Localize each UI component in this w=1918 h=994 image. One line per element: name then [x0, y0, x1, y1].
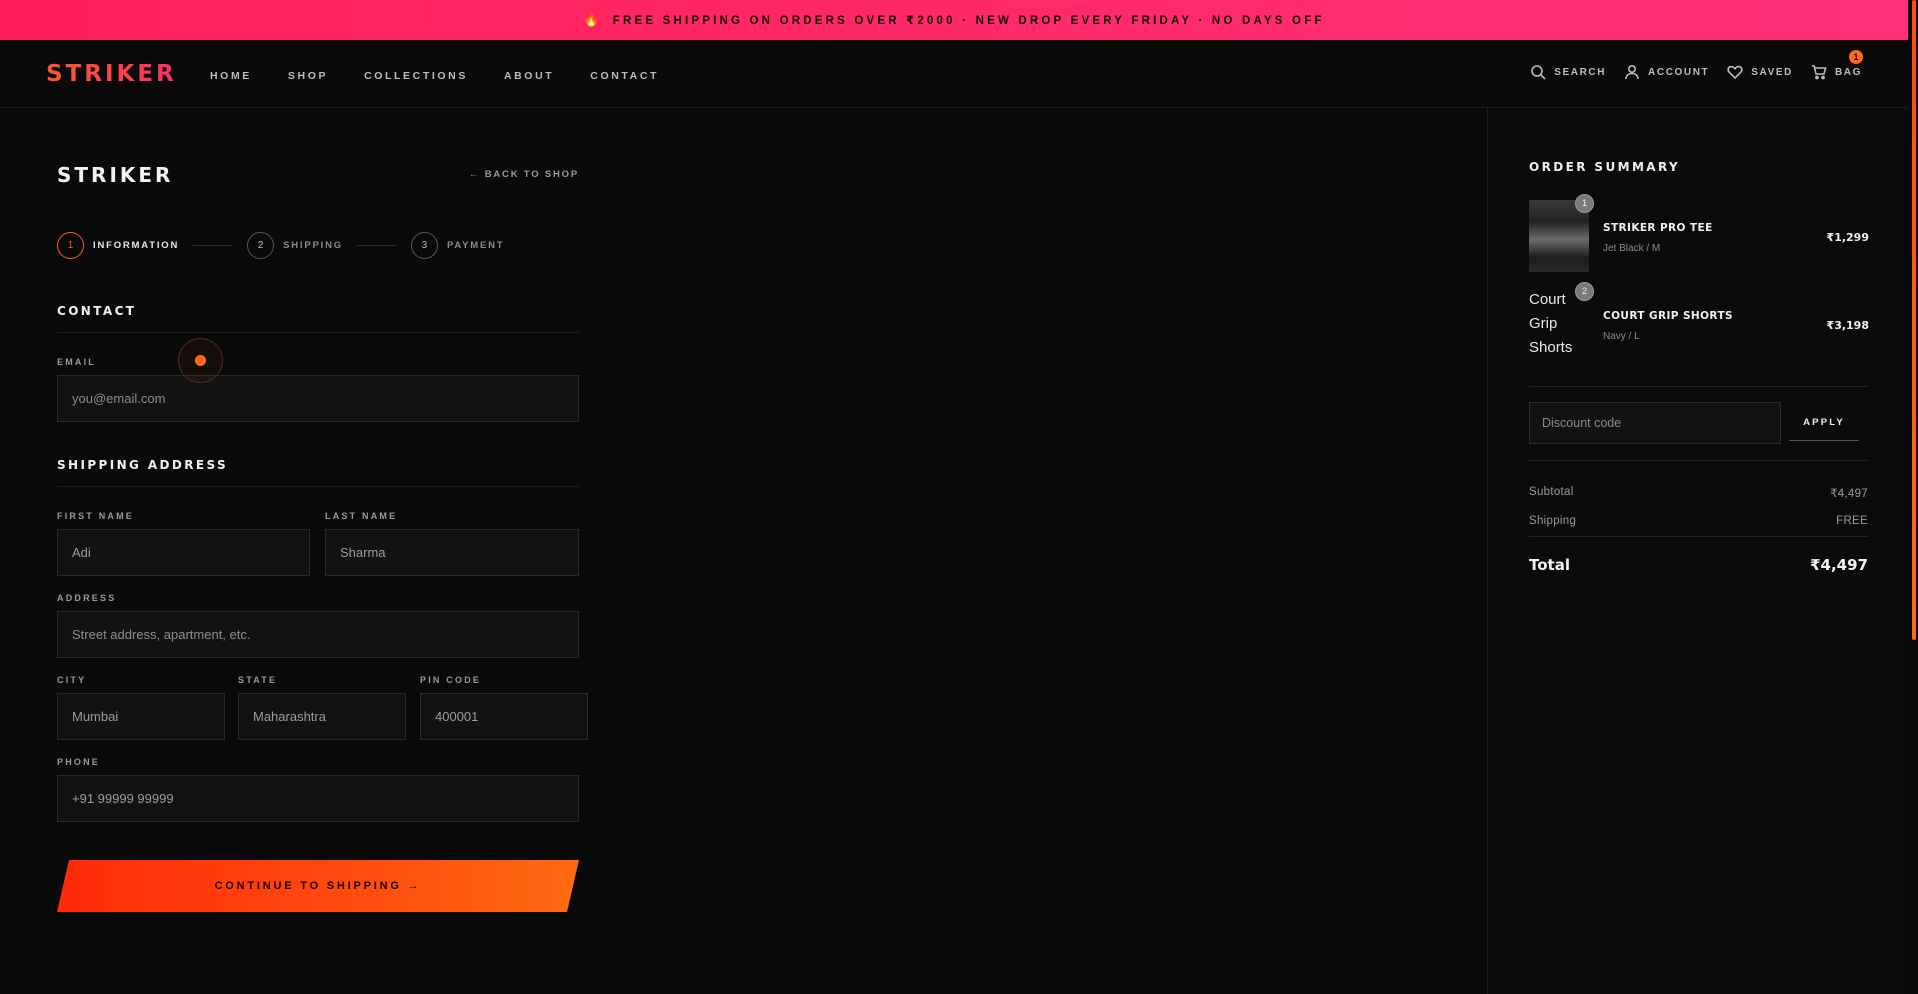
scrollbar-thumb[interactable]: [1912, 0, 1916, 640]
nav-collections[interactable]: COLLECTIONS: [364, 70, 468, 82]
order-summary-panel: ORDER SUMMARY 1 STRIKER PRO TEE Jet Blac…: [1487, 108, 1908, 994]
nav-contact[interactable]: CONTACT: [590, 70, 659, 82]
quantity-badge: 1: [1575, 194, 1594, 213]
section-divider: [57, 486, 579, 487]
summary-divider: [1529, 460, 1868, 461]
step-number: 3: [410, 232, 438, 259]
first-name-field[interactable]: Adi: [57, 529, 310, 576]
fire-icon: 🔥: [583, 12, 603, 27]
main-nav: HOME SHOP COLLECTIONS ABOUT CONTACT: [210, 70, 659, 82]
item-price: ₹1,299: [1826, 231, 1869, 244]
shipping-row: Shipping FREE: [1529, 515, 1868, 527]
step-connector: [193, 245, 234, 246]
search-button[interactable]: SEARCH: [1530, 64, 1606, 80]
step-number: 2: [247, 232, 275, 259]
user-icon: [1625, 64, 1639, 80]
item-price: ₹3,198: [1826, 319, 1869, 332]
bag-button[interactable]: BAG 1: [1811, 50, 1863, 80]
subtotal-label: Subtotal: [1529, 486, 1574, 498]
nav-home[interactable]: HOME: [210, 70, 252, 82]
checkout-steps: 1 INFORMATION 2 SHIPPING 3 PAYMENT: [57, 232, 504, 259]
announcement-bar: 🔥 FREE SHIPPING ON ORDERS OVER ₹2000 · N…: [0, 0, 1908, 40]
step-number: 1: [57, 232, 84, 259]
step-label: PAYMENT: [446, 240, 505, 251]
shipping-label: Shipping: [1529, 515, 1577, 527]
step-label: SHIPPING: [283, 240, 343, 251]
item-variant: Navy / L: [1603, 331, 1640, 342]
state-field[interactable]: Maharashtra: [238, 693, 406, 740]
step-label: INFORMATION: [93, 240, 180, 251]
step-information[interactable]: 1 INFORMATION: [57, 232, 179, 259]
back-to-shop-link[interactable]: ← BACK TO SHOP: [469, 169, 579, 180]
order-summary-title: ORDER SUMMARY: [1529, 160, 1681, 174]
phone-field[interactable]: +91 99999 99999: [57, 775, 579, 822]
step-shipping[interactable]: 2 SHIPPING: [247, 232, 343, 259]
heart-icon: [1727, 65, 1743, 80]
search-icon: [1531, 65, 1546, 80]
phone-label: PHONE: [57, 757, 101, 767]
total-value: ₹4,497: [1810, 556, 1868, 574]
header-actions: SEARCH ACCOUNT SAVED BAG 1: [1530, 50, 1863, 80]
last-name-field[interactable]: Sharma: [325, 529, 579, 576]
total-row: Total ₹4,497: [1529, 556, 1868, 574]
cart-icon: [1811, 65, 1827, 80]
site-header: STRIKER HOME SHOP COLLECTIONS ABOUT CONT…: [0, 40, 1908, 108]
apply-discount-button[interactable]: APPLY: [1789, 405, 1859, 441]
page-title: STRIKER: [57, 163, 174, 187]
bag-label: BAG: [1834, 66, 1862, 78]
quantity-badge: 2: [1575, 282, 1594, 301]
continue-to-shipping-button[interactable]: CONTINUE TO SHIPPING →: [57, 860, 579, 912]
announcement-text: FREE SHIPPING ON ORDERS OVER ₹2000 · NEW…: [612, 15, 1325, 27]
saved-button[interactable]: SAVED: [1727, 64, 1793, 80]
summary-divider: [1529, 386, 1868, 387]
item-name: STRIKER PRO TEE: [1603, 222, 1713, 234]
section-divider: [57, 332, 579, 333]
step-payment[interactable]: 3 PAYMENT: [410, 232, 505, 259]
discount-code-input[interactable]: Discount code: [1529, 402, 1781, 444]
shipping-address-heading: SHIPPING ADDRESS: [57, 458, 229, 472]
account-label: ACCOUNT: [1648, 66, 1710, 78]
nav-shop[interactable]: SHOP: [288, 70, 328, 82]
pin-code-field[interactable]: 400001: [420, 693, 588, 740]
cart-item: 1 STRIKER PRO TEE Jet Black / M ₹1,299: [1529, 194, 1869, 272]
pin-code-label: PIN CODE: [420, 675, 482, 685]
total-label: Total: [1529, 556, 1570, 574]
bag-count-badge: 1: [1848, 50, 1863, 64]
item-name: COURT GRIP SHORTS: [1603, 310, 1733, 322]
address-label: ADDRESS: [57, 593, 117, 603]
first-name-label: FIRST NAME: [57, 511, 134, 521]
account-button[interactable]: ACCOUNT: [1624, 64, 1709, 80]
city-field[interactable]: Mumbai: [57, 693, 225, 740]
page-scrollbar[interactable]: [1908, 0, 1918, 994]
subtotal-value: ₹4,497: [1830, 488, 1868, 500]
address-field[interactable]: Street address, apartment, etc.: [57, 611, 579, 658]
step-connector: [356, 245, 397, 246]
nav-about[interactable]: ABOUT: [504, 70, 554, 82]
search-label: SEARCH: [1554, 66, 1607, 78]
contact-heading: CONTACT: [57, 304, 137, 318]
cursor-dot: [195, 355, 206, 366]
saved-label: SAVED: [1751, 66, 1793, 78]
shipping-value: FREE: [1836, 515, 1868, 527]
summary-divider: [1529, 536, 1868, 537]
brand-logo[interactable]: STRIKER: [46, 61, 177, 87]
state-label: STATE: [238, 675, 278, 685]
city-label: CITY: [57, 675, 87, 685]
last-name-label: LAST NAME: [325, 511, 398, 521]
item-variant: Jet Black / M: [1603, 243, 1661, 254]
email-field[interactable]: you@email.com: [57, 375, 579, 422]
cart-item: Court Grip Shorts 2 COURT GRIP SHORTS Na…: [1529, 282, 1869, 360]
email-label: EMAIL: [57, 357, 96, 367]
subtotal-row: Subtotal ₹4,497: [1529, 486, 1868, 500]
